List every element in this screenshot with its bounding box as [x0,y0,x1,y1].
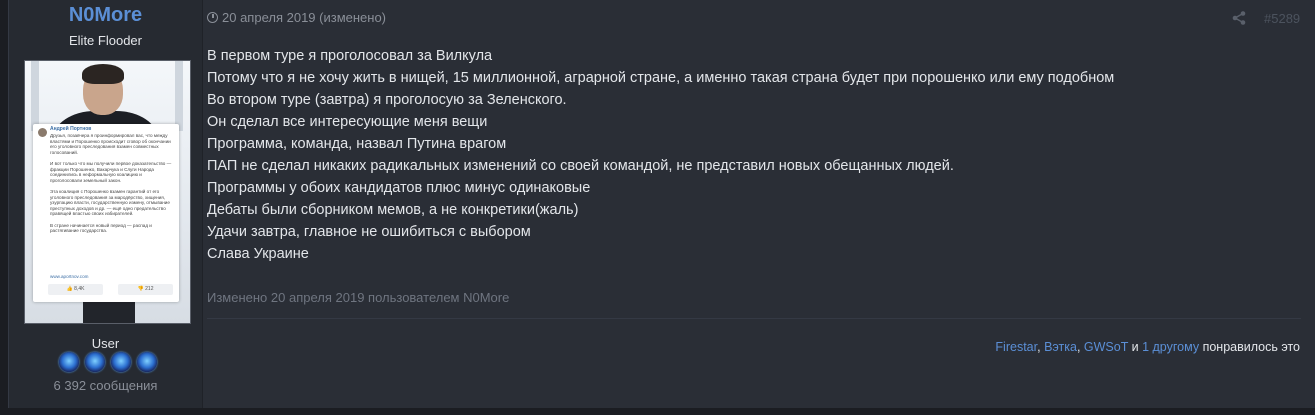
post-line: Слава Украине [207,246,309,262]
avatar-card-link: www.aportnov.com [50,274,89,279]
reaction-user-link[interactable]: Вэтка [1044,340,1077,354]
post-line: Потому что я не хочу жить в нищей, 15 ми… [207,70,1115,86]
post-line: Программы у обоих кандидатов плюс минус … [207,180,591,196]
share-icon[interactable] [1231,10,1247,26]
author-badges [59,352,159,374]
avatar-card-photo [38,128,47,137]
author-role: User [91,336,120,351]
avatar-post-card: Андрей Портнов Друзья, позавчера я проин… [33,124,179,302]
avatar-card-dislikes: 👎 212 [118,284,173,295]
badge-icon[interactable] [59,352,79,372]
post-line: Дебаты были сборником мемов, а не конкре… [207,202,579,218]
reaction-user-link[interactable]: Firestar [995,340,1037,354]
edited-note: Изменено 20 апреля 2019 пользователем N0… [207,290,510,305]
reaction-user-link[interactable]: GWSoT [1084,340,1128,354]
reactions-summary: Firestar, Вэтка, GWSoT и 1 другому понра… [995,340,1300,354]
badge-icon[interactable] [85,352,105,372]
forum-post: N0More Elite Flooder Андрей Портнов Друз… [8,0,1315,408]
post-line: Удачи завтра, главное не ошибиться с выб… [207,224,531,240]
avatar-card-likes: 👍 8,4K [48,284,103,295]
post-line: ПАП не сделал никаких радикальных измене… [207,158,954,174]
author-username[interactable]: N0More [9,4,202,27]
avatar-card-name: Андрей Портнов [50,126,92,132]
post-date-text: 20 апреля 2019 (изменено) [222,10,387,25]
divider [207,318,1301,319]
badge-icon[interactable] [137,352,157,372]
reaction-others-link[interactable]: 1 другому [1142,340,1199,354]
post-line: Он сделал все интересующие меня вещи [207,114,488,130]
post-line: Программа, команда, назвал Путина врагом [207,136,507,152]
clock-icon [207,12,218,23]
reaction-suffix: понравилось это [1202,340,1300,354]
author-panel: N0More Elite Flooder Андрей Портнов Друз… [9,0,203,408]
avatar-card-text: Друзья, позавчера я проинформировал вас,… [50,133,172,234]
avatar[interactable]: Андрей Портнов Друзья, позавчера я проин… [24,60,191,324]
badge-icon[interactable] [111,352,131,372]
post-number-link[interactable]: #5289 [1264,11,1300,26]
post-date[interactable]: 20 апреля 2019 (изменено) [207,10,386,25]
post-line: Во втором туре (завтра) я проголосую за … [207,92,567,108]
reaction-and: и [1131,340,1139,354]
author-message-count: 6 392 сообщения [53,378,158,393]
post-line: В первом туре я проголосовал за Вилкула [207,48,493,64]
author-title: Elite Flooder [69,33,142,48]
post-content: В первом туре я проголосовал за Вилкула … [207,45,1287,265]
